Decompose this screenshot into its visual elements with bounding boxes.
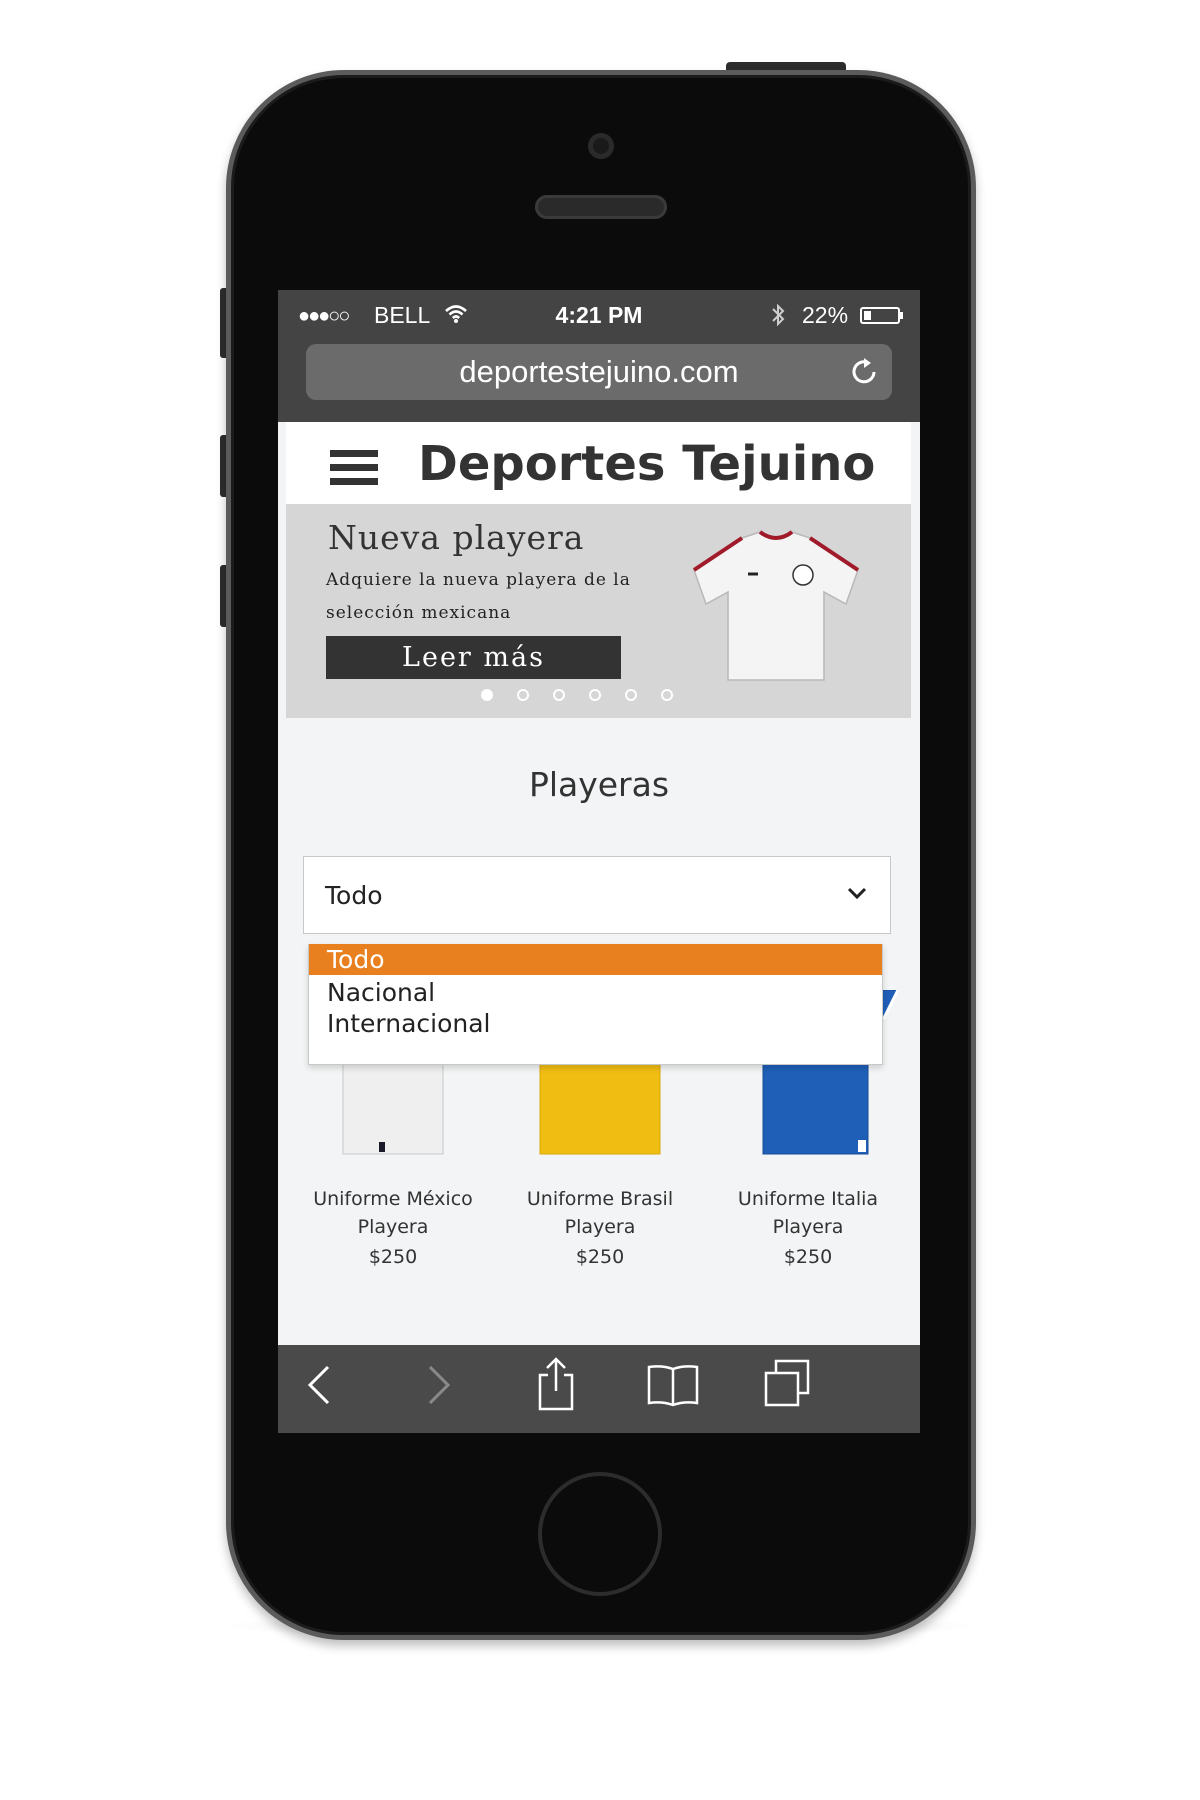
carousel-dot[interactable] <box>589 689 601 701</box>
filter-selected-value: Todo <box>325 881 383 910</box>
filter-option[interactable]: Todo <box>309 944 882 975</box>
front-camera <box>588 133 614 159</box>
menu-bar <box>330 478 378 485</box>
carousel-dots <box>481 689 731 703</box>
filter-option[interactable]: Nacional <box>309 977 882 1008</box>
product-name[interactable]: Uniforme México <box>293 1188 493 1210</box>
battery-tip <box>900 312 903 319</box>
forward-icon[interactable] <box>426 1363 452 1411</box>
carousel-dot[interactable] <box>625 689 637 701</box>
menu-bar <box>330 450 378 457</box>
section-title: Playeras <box>528 765 670 804</box>
carousel-dot[interactable] <box>481 689 493 701</box>
battery-level <box>864 311 871 320</box>
hamburger-menu-icon[interactable] <box>330 450 378 486</box>
site-title[interactable]: Deportes Tejuino <box>418 436 875 492</box>
product-type: Playera <box>564 1216 636 1238</box>
carousel-dot[interactable] <box>553 689 565 701</box>
reload-icon[interactable] <box>850 356 880 392</box>
product-name[interactable]: Uniforme Italia <box>708 1188 908 1210</box>
product-price: $250 <box>783 1246 833 1268</box>
promo-banner: Nueva playera Adquiere la nueva playera … <box>286 504 911 718</box>
product-type: Playera <box>357 1216 429 1238</box>
bookmarks-icon[interactable] <box>646 1363 700 1413</box>
bluetooth-icon <box>770 302 786 332</box>
site-header: Deportes Tejuino <box>286 422 911 504</box>
menu-bar <box>330 464 378 471</box>
product-price: $250 <box>575 1246 625 1268</box>
carousel-dot[interactable] <box>517 689 529 701</box>
banner-title: Nueva playera <box>328 518 585 557</box>
product-type: Playera <box>772 1216 844 1238</box>
battery-percentage: 22% <box>802 302 849 328</box>
read-more-button[interactable]: Leer más <box>326 636 621 679</box>
filter-option[interactable]: Internacional <box>309 1008 882 1039</box>
category-filter-select[interactable]: Todo <box>303 856 891 934</box>
browser-top-bar: ●●●○○ BELL 4:21 PM 22% deportestejuino.c… <box>278 290 920 422</box>
browser-bottom-toolbar <box>278 1345 920 1433</box>
carousel-dot[interactable] <box>661 689 673 701</box>
back-icon[interactable] <box>306 1363 332 1411</box>
battery-icon <box>860 307 900 324</box>
home-button[interactable] <box>538 1472 662 1596</box>
banner-description: Adquiere la nueva playera de la selecció… <box>326 570 631 623</box>
product-name[interactable]: Uniforme Brasil <box>500 1188 700 1210</box>
tabs-icon[interactable] <box>762 1359 812 1413</box>
chevron-down-icon <box>846 885 868 905</box>
filter-options-list: Todo Nacional Internacional <box>308 944 883 1065</box>
earpiece-speaker <box>535 195 667 219</box>
mexico-jersey-image[interactable] <box>688 530 864 688</box>
share-icon[interactable] <box>534 1357 578 1415</box>
url-text: deportestejuino.com <box>459 354 739 389</box>
product-price: $250 <box>368 1246 418 1268</box>
phone-screen: ●●●○○ BELL 4:21 PM 22% deportestejuino.c… <box>278 290 920 1433</box>
address-bar[interactable]: deportestejuino.com <box>306 344 892 400</box>
